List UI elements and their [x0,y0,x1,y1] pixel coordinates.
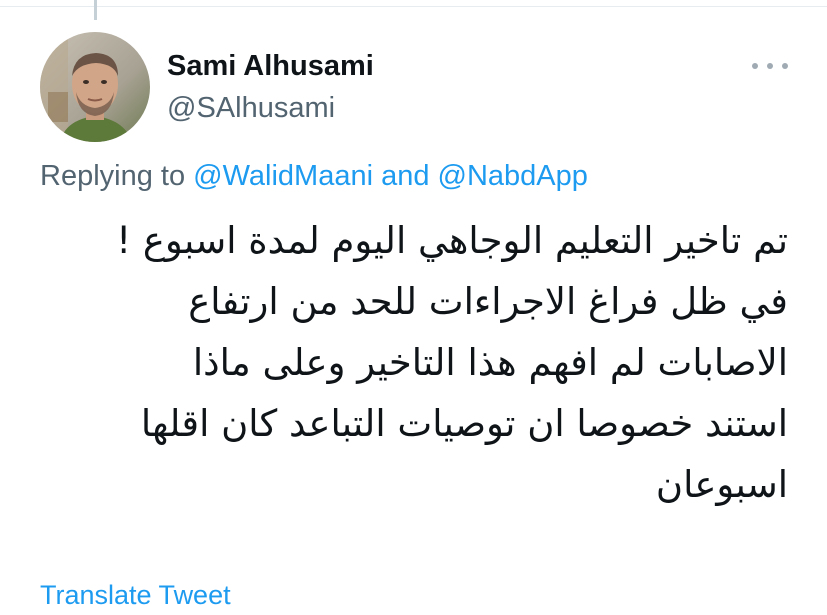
tweet-text-line: تم تاخير التعليم الوجاهي اليوم لمدة اسبو… [116,219,788,262]
tweet-text-line: في ظل فراغ الاجراءات للحد من ارتفاع [188,280,788,323]
thread-connector-line [94,0,97,20]
mention-link[interactable]: @WalidMaani [193,160,373,192]
translate-tweet-link[interactable]: Translate Tweet [40,578,231,612]
user-photo-avatar-icon [40,32,150,142]
tweet-text: تم تاخير التعليم الوجاهي اليوم لمدة اسبو… [40,210,788,515]
tweet-text-line: استند خصوصا ان توصيات التباعد كان اقلها [140,402,788,445]
mention-link[interactable]: @NabdApp [438,160,588,192]
replying-prefix: Replying to [40,160,194,192]
replying-to-context: Replying to @WalidMaani and @NabdApp [40,158,588,194]
author-display-name[interactable]: Sami Alhusami [167,48,374,84]
top-divider [0,6,827,7]
tweet-text-line: الاصابات لم افهم هذا التاخير وعلى ماذا [192,341,788,384]
more-options-button[interactable] [752,54,788,78]
author-handle[interactable]: @SAlhusami [167,90,335,126]
more-horizontal-icon [752,63,758,69]
more-horizontal-icon [782,63,788,69]
avatar[interactable] [40,32,150,142]
replying-conjunction: and [373,160,438,192]
more-horizontal-icon [767,63,773,69]
tweet-text-line: اسبوعان [655,463,788,506]
